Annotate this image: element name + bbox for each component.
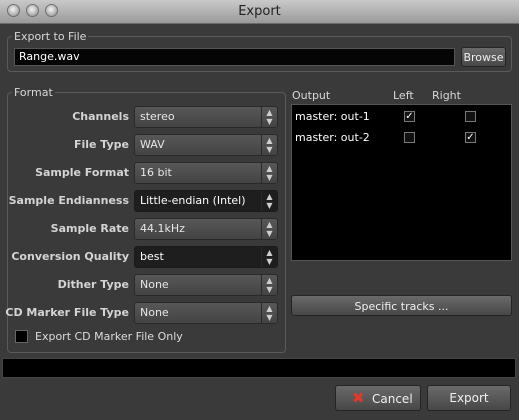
chevron-updown-icon: ▲ ▼: [261, 107, 277, 127]
output-channel-name: master: out-1: [295, 110, 370, 123]
cancel-button[interactable]: ✖ Cancel: [335, 385, 421, 411]
conversion-quality-label: Conversion Quality: [11, 250, 129, 263]
chevron-updown-icon: ▲ ▼: [261, 191, 277, 211]
filename-input[interactable]: Range.wav: [14, 48, 455, 66]
cd-marker-file-type-value: None: [140, 306, 169, 319]
conversion-quality-value: best: [140, 250, 164, 263]
output-channels-list: [291, 104, 512, 261]
chevron-updown-icon: ▲ ▼: [261, 135, 277, 155]
format-label: Format: [12, 86, 55, 99]
sample-rate-select[interactable]: 44.1kHz ▲ ▼: [134, 218, 278, 240]
right-header: Right: [432, 89, 461, 102]
cancel-icon: ✖: [352, 389, 365, 407]
output-channel-name: master: out-2: [295, 131, 370, 144]
output-right-checkbox[interactable]: ✓: [465, 132, 476, 143]
chevron-updown-icon: ▲ ▼: [261, 275, 277, 295]
output-right-checkbox[interactable]: [465, 111, 476, 122]
cd-marker-file-type-select[interactable]: None ▲ ▼: [134, 302, 278, 324]
sample-endianness-label: Sample Endianness: [8, 194, 129, 207]
status-bar: [2, 358, 516, 378]
channels-value: stereo: [140, 110, 175, 123]
dither-type-select[interactable]: None ▲ ▼: [134, 274, 278, 296]
sample-endianness-select[interactable]: Little-endian (Intel) ▲ ▼: [134, 190, 278, 212]
export-button[interactable]: Export: [427, 385, 511, 411]
output-left-checkbox[interactable]: ✓: [404, 111, 415, 122]
channels-label: Channels: [72, 110, 129, 123]
output-header: Output: [292, 89, 331, 102]
file-type-select[interactable]: WAV ▲ ▼: [134, 134, 278, 156]
chevron-updown-icon: ▲ ▼: [261, 163, 277, 183]
title-bar: Export: [0, 0, 519, 24]
sample-rate-label: Sample Rate: [50, 222, 129, 235]
browse-button[interactable]: Browse: [461, 47, 506, 67]
file-type-value: WAV: [140, 138, 165, 151]
cd-marker-file-type-label: CD Marker File Type: [5, 306, 129, 319]
sample-rate-value: 44.1kHz: [140, 222, 185, 235]
export-to-file-label: Export to File: [12, 30, 89, 43]
cancel-label: Cancel: [372, 392, 413, 406]
dither-type-label: Dither Type: [57, 278, 129, 291]
dither-type-value: None: [140, 278, 169, 291]
chevron-updown-icon: ▲ ▼: [261, 303, 277, 323]
sample-endianness-value: Little-endian (Intel): [140, 194, 246, 207]
chevron-updown-icon: ▲ ▼: [261, 247, 277, 267]
sample-format-value: 16 bit: [140, 166, 172, 179]
chevron-updown-icon: ▲ ▼: [261, 219, 277, 239]
file-type-label: File Type: [73, 138, 129, 151]
left-header: Left: [393, 89, 414, 102]
window-title: Export: [238, 4, 281, 19]
output-left-checkbox[interactable]: [404, 132, 415, 143]
specific-tracks-button[interactable]: Specific tracks ...: [291, 295, 512, 316]
cd-marker-only-label: Export CD Marker File Only: [35, 330, 183, 343]
sample-format-label: Sample Format: [35, 166, 129, 179]
channels-select[interactable]: stereo ▲ ▼: [134, 106, 278, 128]
conversion-quality-select[interactable]: best ▲ ▼: [134, 246, 278, 268]
cd-marker-only-checkbox[interactable]: [15, 330, 28, 343]
sample-format-select[interactable]: 16 bit ▲ ▼: [134, 162, 278, 184]
